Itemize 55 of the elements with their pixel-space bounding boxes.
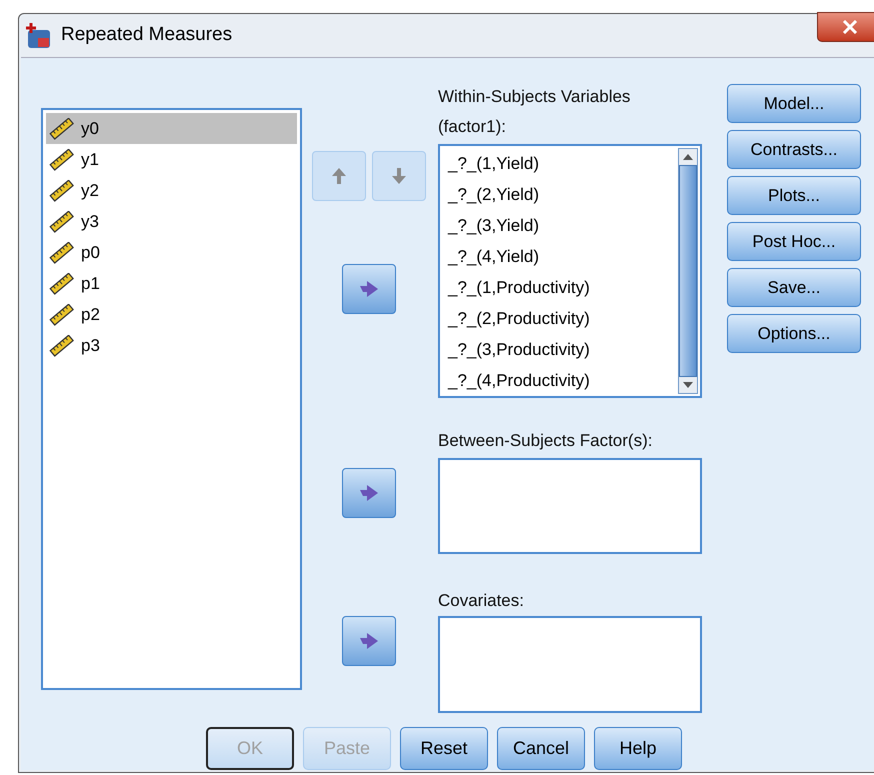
window-title: Repeated Measures xyxy=(61,23,232,48)
variable-item[interactable]: y2 xyxy=(46,175,297,206)
right-arrow-icon xyxy=(359,484,379,502)
variable-name: y3 xyxy=(81,210,99,233)
variable-item[interactable]: y0 xyxy=(46,113,297,144)
right-arrow-icon xyxy=(359,280,379,298)
right-arrow-icon xyxy=(359,632,379,650)
variable-name: p2 xyxy=(81,304,100,326)
dialog-button[interactable]: Plots... xyxy=(727,176,861,215)
variable-name: y0 xyxy=(81,118,99,140)
variable-item[interactable]: p0 xyxy=(46,237,297,268)
close-icon xyxy=(842,20,858,34)
within-subjects-item[interactable]: _?_(1,Yield) xyxy=(448,148,676,179)
within-subjects-item[interactable]: _?_(4,Yield) xyxy=(448,241,676,272)
covariates-label: Covariates: xyxy=(438,590,525,612)
within-subjects-item[interactable]: _?_(2,Yield) xyxy=(448,179,676,210)
factor-label: (factor1): xyxy=(438,116,508,138)
within-subjects-item[interactable]: _?_(1,Productivity) xyxy=(448,272,676,303)
dialog-button[interactable]: Help xyxy=(594,727,682,770)
between-subjects-list[interactable] xyxy=(438,458,702,554)
between-subjects-label: Between-Subjects Factor(s): xyxy=(438,430,654,452)
dialog-button[interactable]: Model... xyxy=(727,84,861,123)
app-icon xyxy=(24,22,52,50)
close-button[interactable] xyxy=(817,12,874,42)
down-arrow-icon xyxy=(391,167,407,185)
within-subjects-item[interactable]: _?_(3,Productivity) xyxy=(448,334,676,365)
variable-list[interactable]: y0 y1 y2 y3 p0 p1 p2 p3 xyxy=(41,108,302,690)
move-right-button[interactable] xyxy=(342,616,396,666)
dialog-button[interactable]: Save... xyxy=(727,268,861,307)
variable-item[interactable]: p2 xyxy=(46,299,297,330)
up-arrow-icon xyxy=(331,167,347,185)
variable-name: p0 xyxy=(81,242,100,264)
move-right-button[interactable] xyxy=(342,264,396,314)
variable-name: p3 xyxy=(81,334,100,357)
dialog-button[interactable]: Cancel xyxy=(497,727,585,770)
within-subjects-list[interactable]: _?_(1,Yield) _?_(2,Yield) _?_(3,Yield) _?_(4,Yield) _?_(1,Productivity) _?_(2,Productivity) _?_(3,Productivity) _?_(4,Productivity) xyxy=(438,144,702,398)
dialog-button[interactable]: Options... xyxy=(727,314,861,353)
scrollbar-thumb[interactable] xyxy=(679,165,697,377)
dialog-button[interactable]: Post Hoc... xyxy=(727,222,861,261)
dialog-button[interactable]: Reset xyxy=(400,727,488,770)
variable-name: y2 xyxy=(81,180,99,202)
variable-item[interactable]: y1 xyxy=(46,144,297,175)
variable-name: y1 xyxy=(81,148,99,171)
move-right-button[interactable] xyxy=(342,468,396,518)
dialog-button[interactable]: Contrasts... xyxy=(727,130,861,169)
within-subjects-item[interactable]: _?_(3,Yield) xyxy=(448,210,676,241)
variable-name: p1 xyxy=(81,272,100,295)
variable-item[interactable]: p3 xyxy=(46,330,297,361)
within-subjects-item[interactable]: _?_(2,Productivity) xyxy=(448,303,676,334)
within-subjects-label: Within-Subjects Variables xyxy=(438,86,632,108)
covariates-list[interactable] xyxy=(438,616,702,713)
variable-item[interactable]: y3 xyxy=(46,206,297,237)
within-subjects-item[interactable]: _?_(4,Productivity) xyxy=(448,365,676,396)
scrollbar[interactable] xyxy=(678,148,698,394)
variable-item[interactable]: p1 xyxy=(46,268,297,299)
